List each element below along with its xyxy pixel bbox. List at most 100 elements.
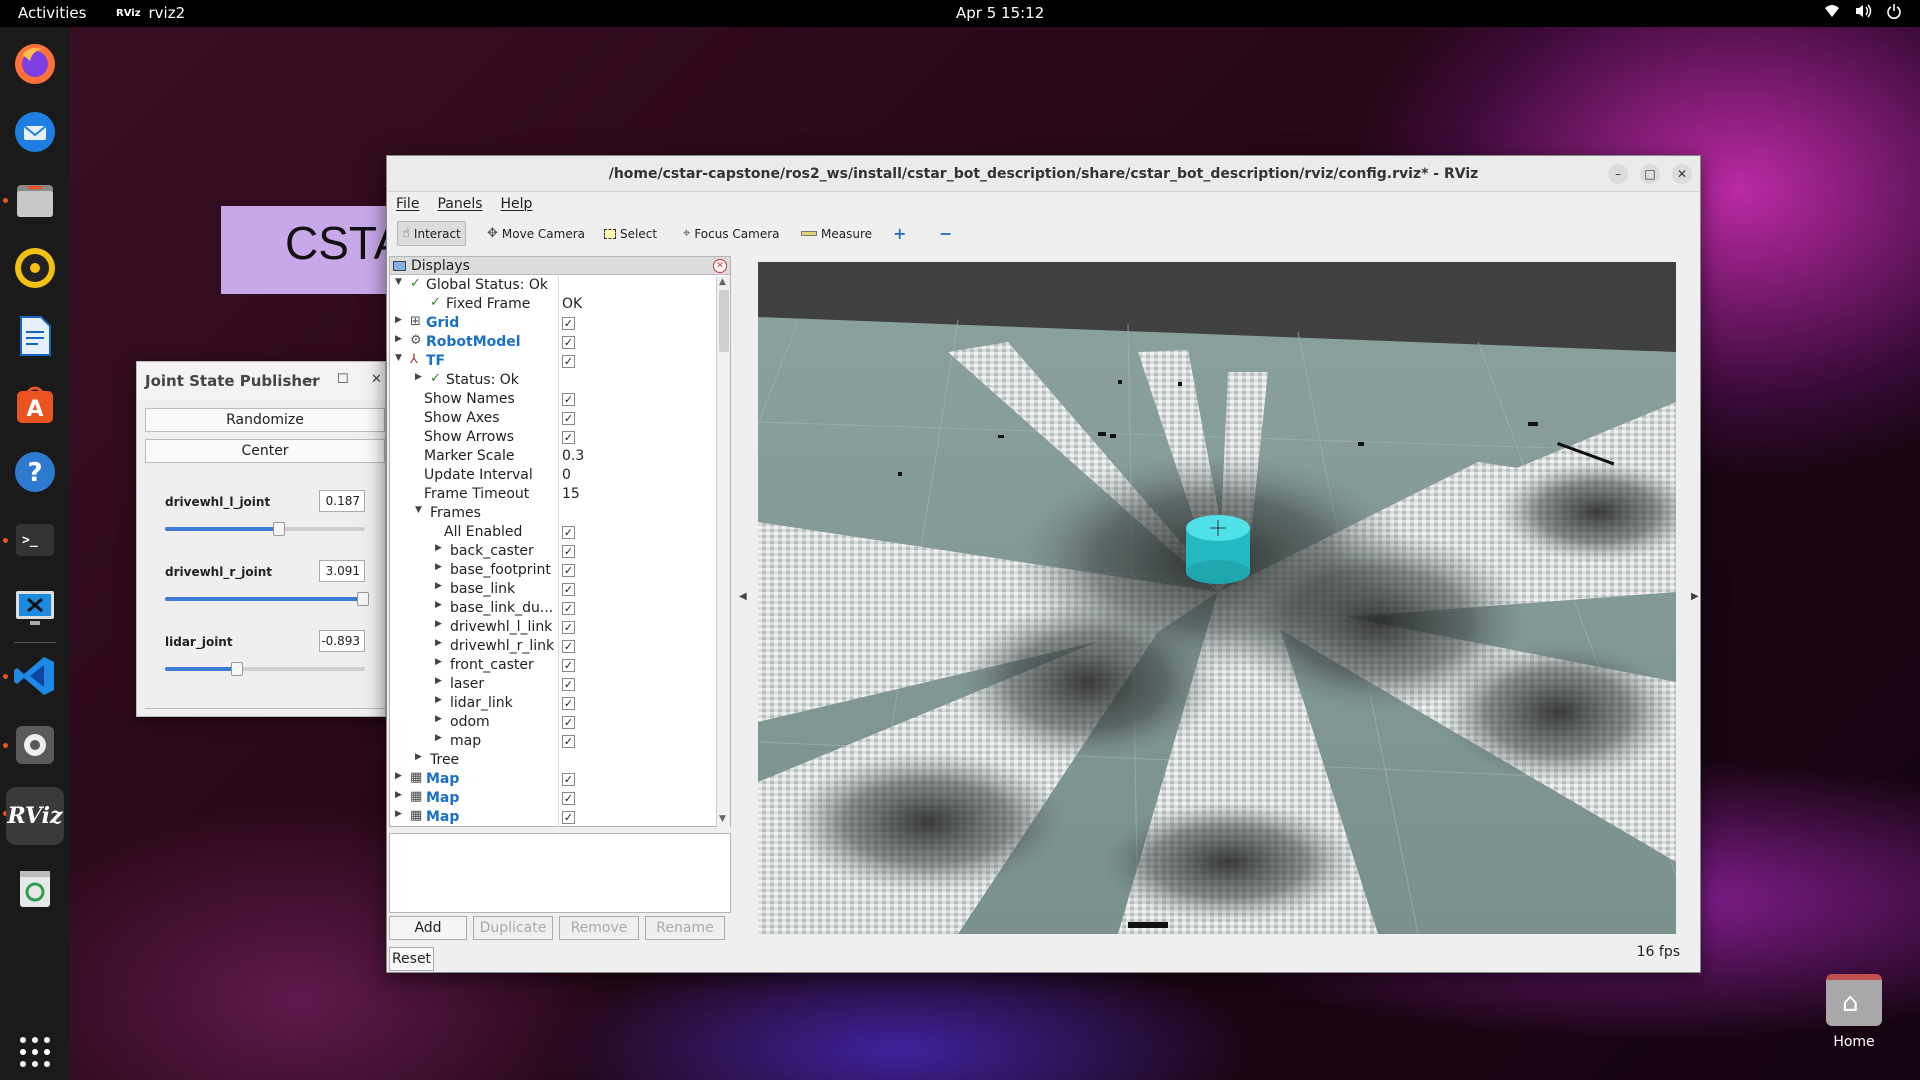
enabled-checkbox[interactable]: ✓ — [562, 621, 575, 634]
enabled-checkbox[interactable]: ✓ — [562, 716, 575, 729]
enabled-checkbox[interactable]: ✓ — [562, 317, 575, 330]
enabled-checkbox[interactable]: ✓ — [562, 678, 575, 691]
tree-row-fixed-frame[interactable]: ✓ Fixed Frame OK — [390, 295, 714, 314]
collapse-right-icon[interactable]: ▶ — [1691, 591, 1699, 602]
reset-button[interactable]: Reset — [389, 947, 434, 971]
tree-row-frame[interactable]: ▶ back_caster ✓ — [390, 542, 714, 561]
remove-tool-icon[interactable]: − — [935, 221, 956, 246]
tree-value[interactable]: OK — [562, 296, 582, 312]
tree-row-grid[interactable]: ▶ ⊞ Grid ✓ — [390, 314, 714, 333]
enabled-checkbox[interactable]: ✓ — [562, 735, 575, 748]
expand-arrow-icon[interactable]: ▶ — [435, 657, 442, 667]
rename-button[interactable]: Rename — [645, 916, 725, 940]
terminal-icon[interactable]: >_ — [10, 515, 60, 565]
joint-slider-drivewhl-l[interactable] — [165, 522, 365, 536]
enabled-checkbox[interactable]: ✓ — [562, 773, 575, 786]
slider-handle[interactable] — [273, 522, 285, 536]
expand-arrow-icon[interactable]: ▶ — [415, 372, 422, 382]
focus-camera-tool[interactable]: ⌖ Focus Camera — [679, 221, 784, 246]
enabled-checkbox[interactable]: ✓ — [562, 355, 575, 368]
enabled-checkbox[interactable]: ✓ — [562, 811, 575, 824]
joint-value-lidar[interactable]: -0.893 — [319, 630, 365, 652]
enabled-checkbox[interactable]: ✓ — [562, 545, 575, 558]
close-icon[interactable]: ✕ — [713, 259, 727, 273]
tree-row-map[interactable]: ▶ ▦ Map ✓ — [390, 808, 714, 827]
tree-row-frame[interactable]: ▶ drivewhl_l_link ✓ — [390, 618, 714, 637]
help-icon[interactable]: ? — [10, 447, 60, 497]
enabled-checkbox[interactable]: ✓ — [562, 697, 575, 710]
tree-row-all-enabled[interactable]: All Enabled ✓ — [390, 523, 714, 542]
tree-scrollbar[interactable]: ▲ ▼ — [716, 276, 730, 827]
remote-desktop-icon[interactable] — [10, 583, 60, 633]
tree-row-show-arrows[interactable]: Show Arrows ✓ — [390, 428, 714, 447]
scroll-up-icon[interactable]: ▲ — [719, 277, 726, 287]
expand-arrow-icon[interactable]: ▶ — [435, 581, 442, 591]
enabled-checkbox[interactable]: ✓ — [562, 336, 575, 349]
expand-arrow-icon[interactable]: ▶ — [435, 619, 442, 629]
move-camera-tool[interactable]: ✥ Move Camera — [483, 221, 589, 246]
menu-help[interactable]: Help — [501, 196, 533, 212]
tree-row-robotmodel[interactable]: ▶ ⚙ RobotModel ✓ — [390, 333, 714, 352]
expand-arrow-icon[interactable]: ▶ — [435, 543, 442, 553]
collapse-left-icon[interactable]: ◀ — [739, 591, 747, 602]
tree-row-frame[interactable]: ▶ front_caster ✓ — [390, 656, 714, 675]
interact-tool[interactable]: ☝ Interact — [397, 221, 466, 246]
tree-row-frame-timeout[interactable]: Frame Timeout 15 — [390, 485, 714, 504]
collapse-arrow-icon[interactable]: ▼ — [395, 353, 402, 363]
tree-row-map[interactable]: ▶ ▦ Map ✓ — [390, 770, 714, 789]
tree-row-frame[interactable]: ▶ odom ✓ — [390, 713, 714, 732]
rhythmbox-icon[interactable] — [10, 243, 60, 293]
enabled-checkbox[interactable]: ✓ — [562, 602, 575, 615]
joint-slider-lidar[interactable] — [165, 662, 365, 676]
enabled-checkbox[interactable]: ✓ — [562, 659, 575, 672]
close-icon[interactable]: ✕ — [371, 372, 382, 387]
joint-slider-drivewhl-r[interactable] — [165, 592, 369, 606]
minimize-icon[interactable]: — — [303, 372, 316, 387]
enabled-checkbox[interactable]: ✓ — [562, 792, 575, 805]
system-tray[interactable] — [1824, 3, 1902, 23]
collapse-arrow-icon[interactable]: ▼ — [395, 277, 402, 287]
tree-row-show-axes[interactable]: Show Axes ✓ — [390, 409, 714, 428]
enabled-checkbox[interactable]: ✓ — [562, 640, 575, 653]
tree-row-frame[interactable]: ▶ base_link ✓ — [390, 580, 714, 599]
close-icon[interactable]: ✕ — [1672, 164, 1692, 184]
show-apps-icon[interactable] — [10, 1027, 60, 1077]
trash-icon[interactable] — [10, 863, 60, 913]
collapse-arrow-icon[interactable]: ▼ — [415, 505, 422, 515]
tree-value[interactable]: 0 — [562, 467, 571, 483]
tree-row-frames[interactable]: ▼ Frames — [390, 504, 714, 523]
add-button[interactable]: Add — [389, 916, 467, 940]
slider-handle[interactable] — [357, 592, 369, 606]
tree-row-frame[interactable]: ▶ map ✓ — [390, 732, 714, 751]
tree-row-tf-status[interactable]: ▶ ✓ Status: Ok — [390, 371, 714, 390]
expand-arrow-icon[interactable]: ▶ — [435, 676, 442, 686]
select-tool[interactable]: Select — [600, 221, 661, 246]
randomize-button[interactable]: Randomize — [145, 408, 385, 432]
expand-arrow-icon[interactable]: ▶ — [395, 771, 402, 781]
center-button[interactable]: Center — [145, 439, 385, 463]
expand-arrow-icon[interactable]: ▶ — [435, 638, 442, 648]
duplicate-button[interactable]: Duplicate — [473, 916, 553, 940]
joint-value-drivewhl-r[interactable]: 3.091 — [319, 560, 365, 582]
expand-arrow-icon[interactable]: ▶ — [395, 809, 402, 819]
activities-button[interactable]: Activities — [18, 4, 86, 22]
add-tool-icon[interactable]: + — [889, 221, 910, 246]
tree-row-frame[interactable]: ▶ lidar_link ✓ — [390, 694, 714, 713]
clock[interactable]: Apr 5 15:12 — [956, 4, 1044, 22]
menu-file[interactable]: File — [396, 196, 419, 212]
expand-arrow-icon[interactable]: ▶ — [435, 714, 442, 724]
tree-row-global-status[interactable]: ▼ ✓ Global Status: Ok — [390, 276, 714, 295]
tree-row-map[interactable]: ▶ ▦ Map ✓ — [390, 789, 714, 808]
tree-value[interactable]: 0.3 — [562, 448, 584, 464]
scroll-down-icon[interactable]: ▼ — [719, 814, 726, 824]
app-center-icon[interactable]: A — [10, 379, 60, 429]
tree-row-frame[interactable]: ▶ laser ✓ — [390, 675, 714, 694]
tree-row-marker-scale[interactable]: Marker Scale 0.3 — [390, 447, 714, 466]
tree-row-frame[interactable]: ▶ base_footprint ✓ — [390, 561, 714, 580]
home-desktop-icon[interactable]: ⌂ Home — [1822, 974, 1886, 1050]
expand-arrow-icon[interactable]: ▶ — [435, 733, 442, 743]
libreoffice-writer-icon[interactable] — [10, 311, 60, 361]
power-icon[interactable] — [1886, 3, 1902, 23]
expand-arrow-icon[interactable]: ▶ — [395, 315, 402, 325]
expand-arrow-icon[interactable]: ▶ — [395, 790, 402, 800]
